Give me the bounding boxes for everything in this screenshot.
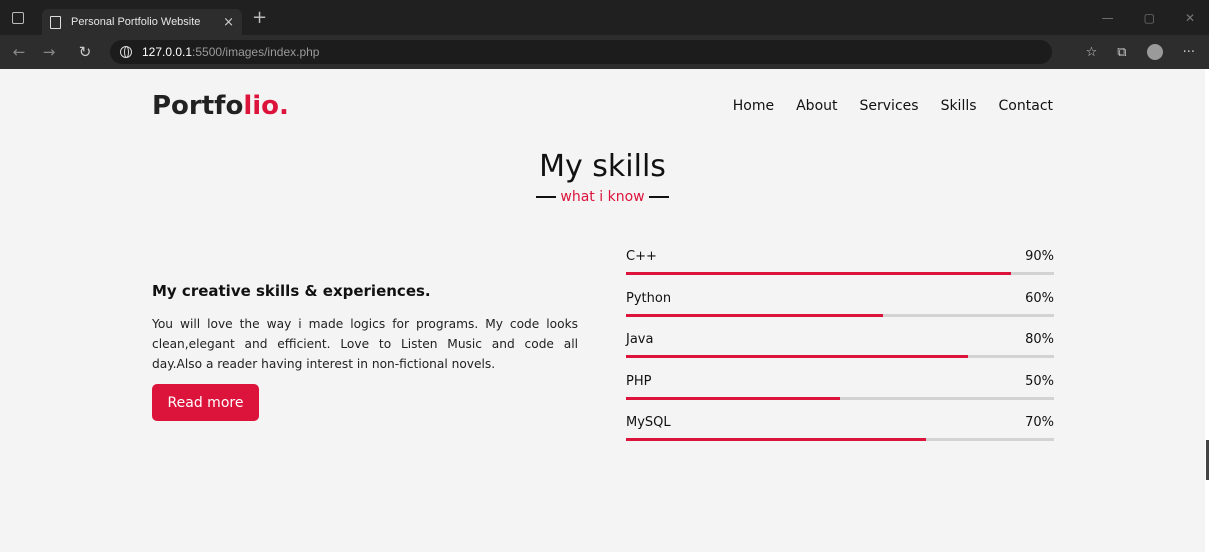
skill-item: PHP 50%: [626, 374, 1054, 416]
minimize-icon[interactable]: —: [1102, 11, 1114, 25]
main-nav: Home About Services Skills Contact: [733, 98, 1053, 114]
about-heading: My creative skills & experiences.: [152, 282, 431, 300]
skill-percent: 90%: [1025, 249, 1054, 264]
page-icon: [50, 15, 61, 29]
toolbar-icons: ☆ ⧉ ···: [1086, 44, 1195, 60]
skills-list: C++ 90% Python 60% Java 80% PHP 50% MySQL 70%: [626, 249, 1054, 457]
close-tab-icon[interactable]: ×: [223, 15, 234, 30]
skill-percent: 60%: [1025, 290, 1054, 306]
web-page: Portfolio. Home About Services Skills Co…: [0, 69, 1205, 552]
section-subtitle: what i know: [0, 189, 1205, 205]
close-window-icon[interactable]: ✕: [1185, 11, 1195, 25]
skill-bar-track: [626, 396, 1054, 400]
skill-bar-fill: [626, 272, 1012, 275]
skill-item: Python 60%: [626, 291, 1054, 333]
browser-tab[interactable]: Personal Portfolio Website ×: [42, 9, 242, 35]
url-path: :5500/images/index.php: [192, 45, 320, 59]
new-tab-icon[interactable]: +: [252, 7, 267, 28]
skill-bar-track: [626, 355, 1054, 358]
forward-icon[interactable]: →: [38, 43, 60, 61]
subtitle-dash-left: [536, 196, 557, 198]
skill-name: Java: [626, 332, 654, 347]
skill-bar-fill: [626, 313, 883, 317]
skill-percent: 50%: [1025, 373, 1054, 389]
skill-bar-fill: [626, 396, 840, 400]
favorites-icon[interactable]: ☆: [1086, 45, 1098, 60]
globe-icon: [120, 46, 132, 58]
tab-actions-icon[interactable]: [12, 11, 24, 24]
url-input[interactable]: 127.0.0.1:5500/images/index.php: [110, 40, 1052, 64]
skill-percent: 80%: [1025, 332, 1054, 347]
nav-services[interactable]: Services: [860, 98, 919, 114]
skill-item: C++ 90%: [626, 249, 1054, 291]
skill-item: MySQL 70%: [626, 415, 1054, 457]
logo-main: Portfo: [152, 91, 244, 121]
skill-bar-fill: [626, 438, 926, 441]
nav-contact[interactable]: Contact: [999, 98, 1053, 114]
about-paragraph: You will love the way i made logics for …: [152, 317, 578, 371]
skill-name: PHP: [626, 373, 652, 389]
reload-icon[interactable]: ↻: [74, 43, 96, 61]
skill-bar-track: [626, 272, 1054, 275]
skill-name: MySQL: [626, 415, 671, 430]
address-bar-row: ← → ↻ 127.0.0.1:5500/images/index.php ☆ …: [0, 35, 1209, 69]
skill-name: Python: [626, 290, 672, 306]
browser-tab-bar: Personal Portfolio Website × + — ▢ ✕: [0, 0, 1209, 35]
logo-accent: lio.: [243, 91, 289, 121]
section-title: My skills: [539, 149, 666, 184]
more-options-icon[interactable]: ···: [1183, 45, 1195, 60]
skill-bar-track: [626, 313, 1054, 317]
profile-avatar-icon[interactable]: [1146, 44, 1163, 60]
collections-icon[interactable]: ⧉: [1117, 45, 1126, 60]
skill-percent: 70%: [1025, 415, 1054, 430]
skill-item: Java 80%: [626, 332, 1054, 374]
url-host: 127.0.0.1: [142, 45, 193, 59]
nav-home[interactable]: Home: [733, 98, 774, 114]
subtitle-text: what i know: [560, 189, 645, 205]
site-logo[interactable]: Portfolio.: [152, 91, 289, 121]
subtitle-dash-right: [648, 196, 669, 198]
back-icon[interactable]: ←: [8, 43, 30, 61]
skill-bar-fill: [626, 355, 969, 358]
about-skills-text: My creative skills & experiences. You wi…: [152, 282, 578, 374]
skill-name: C++: [626, 249, 657, 264]
skill-bar-track: [626, 438, 1054, 441]
read-more-button[interactable]: Read more: [152, 384, 259, 421]
tab-title: Personal Portfolio Website: [71, 16, 201, 28]
maximize-icon[interactable]: ▢: [1144, 11, 1155, 25]
window-controls: — ▢ ✕: [1102, 11, 1195, 25]
nav-about[interactable]: About: [796, 98, 837, 114]
nav-skills[interactable]: Skills: [941, 98, 977, 114]
